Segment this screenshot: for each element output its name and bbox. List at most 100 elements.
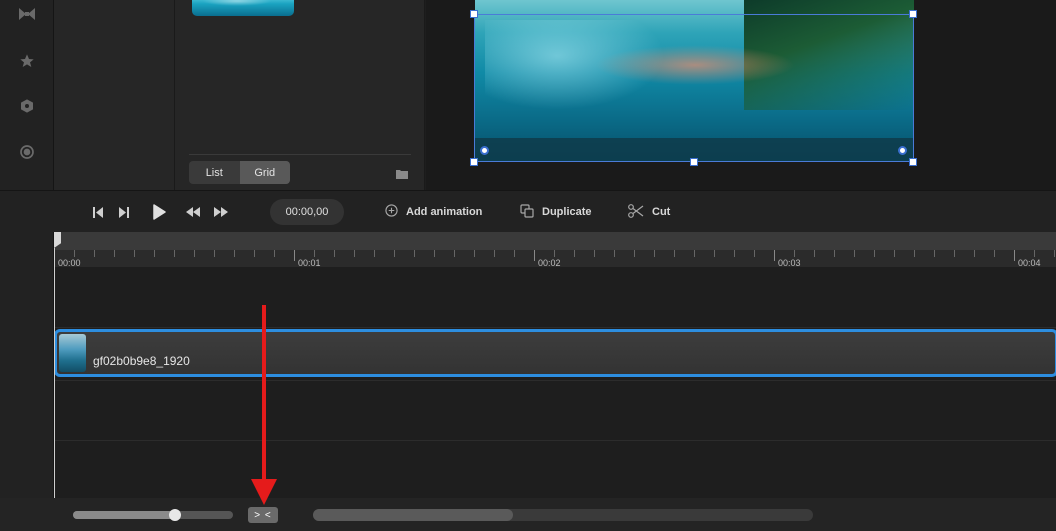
- track-divider: [54, 440, 1056, 441]
- cut-label: Cut: [652, 206, 671, 218]
- bowtie-icon[interactable]: [17, 4, 37, 24]
- ruler-tick: [574, 250, 575, 257]
- selection-box[interactable]: [474, 14, 914, 162]
- ruler-tick: [434, 250, 435, 257]
- rotate-handle-left[interactable]: [480, 146, 489, 155]
- ruler-tick: [674, 250, 675, 257]
- ruler-tick: [114, 250, 115, 257]
- ruler-tick: [194, 250, 195, 257]
- ruler-label: 00:01: [298, 258, 321, 268]
- record-icon[interactable]: [17, 142, 37, 162]
- resize-handle-bottom-right[interactable]: [909, 158, 917, 166]
- resize-handle-top-left[interactable]: [470, 10, 478, 18]
- add-animation-button[interactable]: Add animation: [385, 204, 482, 220]
- ruler-tick: [294, 250, 295, 261]
- ruler-tick: [854, 250, 855, 257]
- annotation-arrow-head: [251, 479, 277, 505]
- ruler-tick: [634, 250, 635, 257]
- zoom-slider-knob[interactable]: [169, 509, 182, 521]
- ruler-tick: [654, 250, 655, 257]
- ruler-tick: [874, 250, 875, 257]
- fast-forward-icon[interactable]: [214, 205, 228, 219]
- ruler-tick: [734, 250, 735, 257]
- ruler-tick: [894, 250, 895, 257]
- ruler-tick: [454, 250, 455, 257]
- resize-handle-bottom-center[interactable]: [690, 158, 698, 166]
- ruler-tick: [974, 250, 975, 257]
- ruler-tick: [794, 250, 795, 257]
- ruler-tick: [334, 250, 335, 257]
- ruler-tick: [914, 250, 915, 257]
- ruler-tick: [554, 250, 555, 257]
- ruler-tick: [474, 250, 475, 257]
- timeline-toolbar: 00:00,00 Add animation Duplicate Cut: [0, 190, 1056, 232]
- list-view-button[interactable]: List: [189, 161, 240, 184]
- time-ruler[interactable]: 00:00 00:01 00:02 00:03 00:04: [54, 232, 1056, 268]
- media-thumbnail[interactable]: [192, 0, 294, 16]
- timeline-clip[interactable]: gf02b0b9e8_1920: [54, 329, 1056, 377]
- zoom-fill: [73, 511, 176, 519]
- duplicate-button[interactable]: Duplicate: [520, 203, 592, 220]
- view-toggle: List Grid: [189, 161, 290, 184]
- rotate-handle-right[interactable]: [898, 146, 907, 155]
- ruler-label: 00:03: [778, 258, 801, 268]
- fit-timeline-button[interactable]: > <: [248, 507, 278, 523]
- skip-to-start-icon[interactable]: [91, 205, 105, 219]
- add-animation-label: Add animation: [406, 206, 483, 218]
- ruler-tick: [1034, 250, 1035, 257]
- cut-button[interactable]: Cut: [628, 203, 671, 221]
- ruler-tick: [954, 250, 955, 257]
- video-editor: List Grid 00:00,00 Add animation Duplica…: [0, 0, 1056, 531]
- horizontal-scrollbar[interactable]: [313, 509, 813, 521]
- track-divider: [54, 327, 1056, 328]
- ruler-tick: [154, 250, 155, 257]
- category-panel: [54, 0, 175, 190]
- ruler-tick: [934, 250, 935, 257]
- clip-thumbnail: [59, 334, 86, 372]
- ruler-tick: [774, 250, 775, 261]
- ruler-tick: [494, 250, 495, 257]
- play-icon[interactable]: [151, 203, 167, 221]
- resize-handle-bottom-left[interactable]: [470, 158, 478, 166]
- ruler-tick: [534, 250, 535, 261]
- ruler-tick: [314, 250, 315, 257]
- ruler-tick: [614, 250, 615, 257]
- playhead-line: [54, 248, 55, 498]
- ruler-tick: [254, 250, 255, 257]
- resize-handle-top-right[interactable]: [909, 10, 917, 18]
- ruler-tick: [274, 250, 275, 257]
- ruler-tick: [94, 250, 95, 257]
- folder-icon[interactable]: [396, 166, 408, 179]
- add-circle-icon: [385, 204, 398, 220]
- scissors-icon: [628, 203, 644, 221]
- ruler-label: 00:04: [1018, 258, 1041, 268]
- timecode-display[interactable]: 00:00,00: [270, 199, 344, 225]
- step-forward-icon[interactable]: [117, 205, 131, 219]
- ruler-tick: [694, 250, 695, 257]
- ruler-tick: [174, 250, 175, 257]
- track-divider: [54, 380, 1056, 381]
- ruler-tick: [754, 250, 755, 257]
- annotation-arrow-shaft: [262, 305, 266, 481]
- collapse-arrows-icon: > <: [254, 509, 272, 521]
- ruler-label: 00:00: [58, 258, 81, 268]
- ruler-tick: [1014, 250, 1015, 261]
- timeline-footer: > <: [0, 498, 1056, 531]
- star-icon[interactable]: [17, 51, 37, 71]
- ruler-tick: [374, 250, 375, 257]
- scrollbar-thumb[interactable]: [313, 509, 513, 521]
- ruler-label: 00:02: [538, 258, 561, 268]
- hexagon-icon[interactable]: [17, 96, 37, 116]
- ruler-tick: [1054, 250, 1055, 257]
- zoom-slider[interactable]: [73, 509, 233, 521]
- panel-divider: [189, 154, 411, 155]
- preview-canvas: [426, 0, 1056, 190]
- left-rail: [0, 0, 54, 531]
- timeline: 00:00 00:01 00:02 00:03 00:04 gf02b0b9e8…: [54, 232, 1056, 498]
- ruler-tick: [134, 250, 135, 257]
- duplicate-label: Duplicate: [542, 206, 592, 218]
- media-library-panel: List Grid: [175, 0, 425, 190]
- grid-view-button[interactable]: Grid: [239, 161, 290, 184]
- clip-name: gf02b0b9e8_1920: [93, 354, 190, 368]
- rewind-icon[interactable]: [186, 205, 200, 219]
